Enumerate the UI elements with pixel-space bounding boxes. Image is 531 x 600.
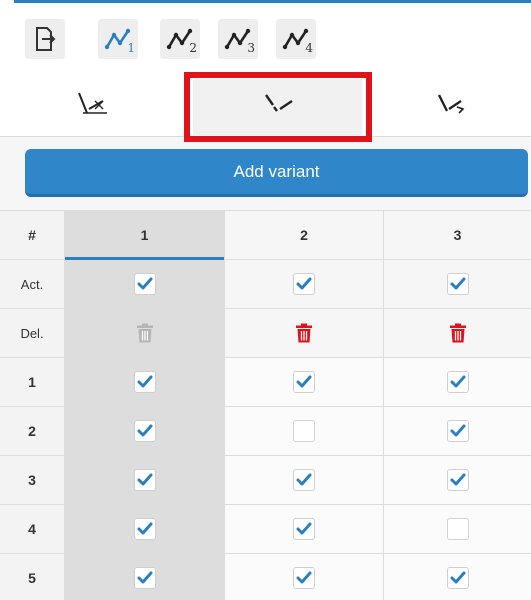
- checkbox[interactable]: [293, 518, 315, 540]
- checkbox[interactable]: [293, 371, 315, 393]
- check-icon: [296, 375, 312, 388]
- column-header-3[interactable]: 3: [384, 211, 531, 259]
- export-icon: [36, 27, 56, 51]
- trash-icon[interactable]: [295, 323, 313, 343]
- checkbox[interactable]: [446, 518, 469, 540]
- curve-index: 2: [189, 41, 197, 55]
- table-header-row: # 1 2 3: [0, 211, 531, 260]
- row-label: 3: [0, 456, 65, 504]
- check-icon: [450, 473, 465, 486]
- trash-icon[interactable]: [449, 323, 467, 343]
- table-row: 3: [0, 456, 531, 505]
- extend-icon: [437, 94, 464, 114]
- intersect-icon: [77, 92, 107, 114]
- check-cell: [65, 554, 225, 600]
- export-button[interactable]: [25, 19, 65, 59]
- curve-button-2[interactable]: 2: [160, 19, 200, 59]
- checkbox[interactable]: [293, 420, 315, 442]
- table-row: 1: [0, 358, 531, 407]
- check-cell: [384, 407, 531, 455]
- check-cell: [384, 554, 531, 600]
- checkbox[interactable]: [133, 420, 156, 442]
- active-cell: [384, 260, 531, 308]
- check-icon: [296, 522, 312, 535]
- variant-table: # 1 2 3 Act. Del. 12345: [0, 211, 531, 600]
- delete-row: Del.: [0, 309, 531, 358]
- table-row: 2: [0, 407, 531, 456]
- checkbox[interactable]: [133, 518, 156, 540]
- row-label: 1: [0, 358, 65, 406]
- checkbox[interactable]: [446, 273, 469, 295]
- mode-button-extend[interactable]: [370, 71, 531, 137]
- check-cell: [384, 358, 531, 406]
- check-cell: [65, 456, 225, 504]
- check-cell: [65, 407, 225, 455]
- row-label: Act.: [0, 260, 65, 308]
- checkbox[interactable]: [446, 469, 469, 491]
- check-icon: [296, 571, 312, 584]
- check-cell: [225, 505, 384, 553]
- column-header-1[interactable]: 1: [65, 211, 225, 260]
- check-icon: [450, 375, 465, 388]
- curve-index: 1: [127, 41, 135, 55]
- active-row: Act.: [0, 260, 531, 309]
- check-icon: [296, 277, 312, 290]
- check-icon: [296, 473, 312, 486]
- row-label: 2: [0, 407, 65, 455]
- row-label: 5: [0, 554, 65, 600]
- check-cell: [225, 456, 384, 504]
- column-header-2[interactable]: 2: [225, 211, 384, 259]
- highlight-box: [184, 72, 372, 142]
- check-cell: [225, 407, 384, 455]
- check-cell: [65, 358, 225, 406]
- delete-cell: [384, 309, 531, 357]
- curve-button-3[interactable]: 3: [218, 19, 258, 59]
- table-row: 5: [0, 554, 531, 600]
- corner-header: #: [0, 211, 65, 259]
- check-icon: [450, 571, 465, 584]
- check-icon: [137, 522, 152, 535]
- checkbox[interactable]: [446, 567, 469, 589]
- row-label: Del.: [0, 309, 65, 357]
- check-cell: [384, 505, 531, 553]
- curve-button-1[interactable]: 1: [98, 19, 138, 59]
- curve-button-4[interactable]: 4: [276, 19, 316, 59]
- add-variant-bar: Add variant: [0, 137, 531, 211]
- delete-cell: [225, 309, 384, 357]
- check-cell: [65, 505, 225, 553]
- toolbar: 1 2 3 4: [0, 3, 531, 71]
- table-row: 4: [0, 505, 531, 554]
- curve-index: 4: [305, 41, 313, 55]
- checkbox[interactable]: [446, 420, 469, 442]
- check-cell: [225, 358, 384, 406]
- trash-icon: [136, 323, 154, 343]
- check-icon: [137, 375, 152, 388]
- check-icon: [450, 277, 465, 290]
- checkbox[interactable]: [133, 469, 156, 491]
- checkbox[interactable]: [293, 567, 315, 589]
- checkbox[interactable]: [133, 273, 156, 295]
- row-label: 4: [0, 505, 65, 553]
- active-cell: [225, 260, 384, 308]
- delete-cell: [65, 309, 225, 357]
- curve-index: 3: [247, 41, 255, 55]
- mode-button-intersect[interactable]: [0, 71, 185, 137]
- check-cell: [225, 554, 384, 600]
- check-icon: [450, 424, 465, 437]
- checkbox[interactable]: [133, 371, 156, 393]
- check-cell: [384, 456, 531, 504]
- check-icon: [137, 424, 152, 437]
- active-cell: [65, 260, 225, 308]
- checkbox[interactable]: [133, 567, 156, 589]
- checkbox[interactable]: [293, 273, 315, 295]
- check-icon: [137, 473, 152, 486]
- add-variant-button[interactable]: Add variant: [25, 149, 528, 197]
- checkbox[interactable]: [293, 469, 315, 491]
- check-icon: [137, 277, 152, 290]
- checkbox[interactable]: [446, 371, 469, 393]
- check-icon: [137, 571, 152, 584]
